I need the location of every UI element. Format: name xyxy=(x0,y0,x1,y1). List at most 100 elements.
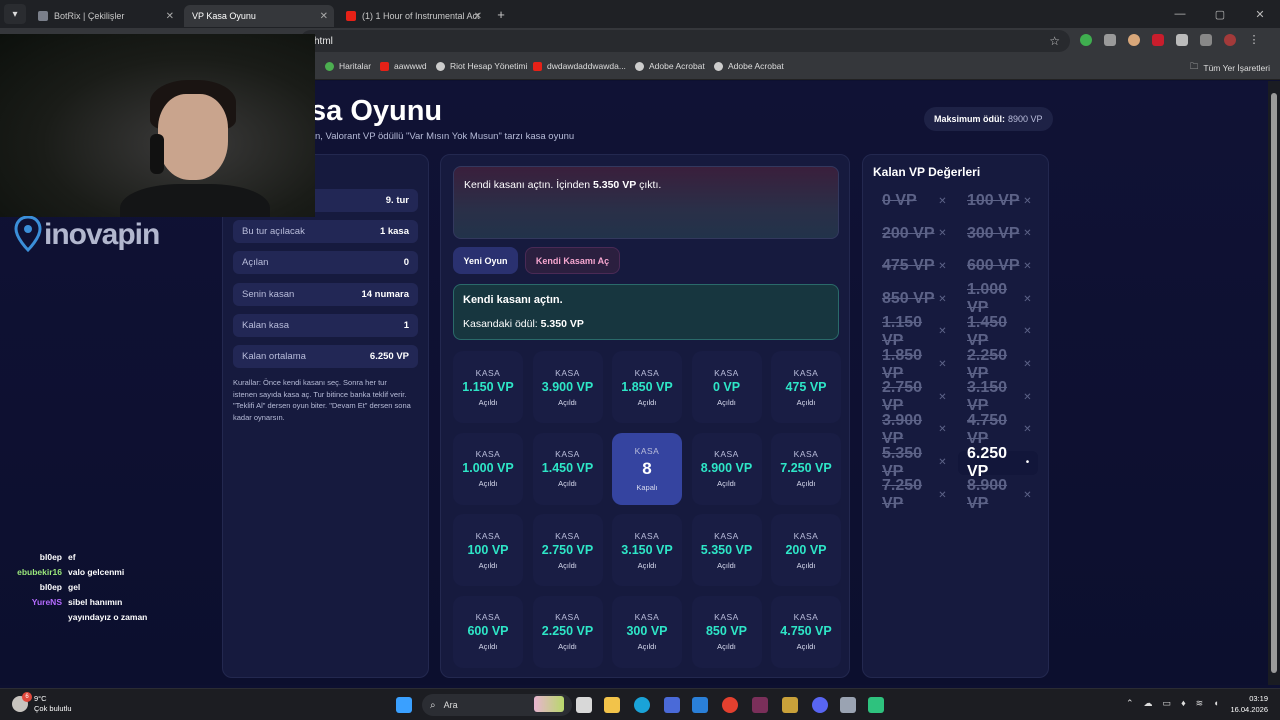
case-card[interactable]: KASA 850 VP Açıldı xyxy=(691,595,762,668)
extension-icon[interactable] xyxy=(1104,34,1116,46)
case-card[interactable]: KASA 0 VP Açıldı xyxy=(691,351,762,423)
case-card[interactable]: KASA 100 VP Açıldı xyxy=(453,514,523,586)
scrollbar-thumb[interactable] xyxy=(1271,93,1277,673)
case-status: Açıldı xyxy=(478,479,498,488)
case-card[interactable]: KASA 1.450 VP Açıldı xyxy=(532,432,603,505)
close-window-icon[interactable]: ✕ xyxy=(1240,8,1280,21)
remaining-value-item: 475 VP ✕ xyxy=(873,254,953,278)
case-card[interactable]: KASA 3.900 VP Açıldı xyxy=(532,351,603,423)
close-icon[interactable]: ✕ xyxy=(474,11,482,22)
case-card[interactable]: KASA 200 VP Açıldı xyxy=(771,514,841,586)
case-card[interactable]: KASA 2.750 VP Açıldı xyxy=(532,514,603,586)
remaining-value-item: 200 VP ✕ xyxy=(873,222,953,246)
remaining-value-item: 2.750 VP ✕ xyxy=(873,379,953,414)
minimize-icon[interactable]: — xyxy=(1160,8,1200,20)
bookmark-star-icon[interactable]: ☆ xyxy=(1049,34,1060,48)
case-label: KASA xyxy=(714,612,739,622)
playlist-icon[interactable] xyxy=(1200,34,1212,46)
page-scrollbar[interactable] xyxy=(1268,81,1280,685)
chevron-up-icon[interactable]: ⌃ xyxy=(1126,698,1134,709)
tab-youtube[interactable]: (1) 1 Hour of Instrumental Acti ✕ xyxy=(338,5,488,27)
open-own-case-button[interactable]: Kendi Kasamı Aç xyxy=(525,247,620,274)
case-card[interactable]: KASA 8 Kapalı xyxy=(612,432,682,505)
remaining-value: 3.150 VP xyxy=(967,379,1008,415)
close-icon[interactable]: ✕ xyxy=(320,11,328,22)
youtube-icon xyxy=(533,61,542,71)
stat-label: Senin kasan xyxy=(242,289,295,300)
own-case-info: Kendi kasanı açtın. Kasandaki ödül: 5.35… xyxy=(453,284,839,340)
remaining-value: 2.250 VP xyxy=(967,346,1008,382)
bookmark-item[interactable]: Adobe Acrobat xyxy=(714,61,784,71)
edge-icon[interactable] xyxy=(634,697,650,713)
chat-message: bl0ep gel xyxy=(0,582,220,597)
remaining-values-panel: Kalan VP Değerleri 0 VP ✕ 100 VP ✕ 200 VP ✕ 30… xyxy=(862,154,1049,678)
app-icon[interactable] xyxy=(868,697,884,713)
case-label: KASA xyxy=(555,449,580,459)
tab-botrix[interactable]: BotRix | Çekilişler ✕ xyxy=(30,5,180,27)
bookmark-item[interactable]: Haritalar xyxy=(325,61,371,71)
bookmark-item[interactable]: aawwwd xyxy=(380,61,427,71)
chrome-icon[interactable] xyxy=(722,697,738,713)
app-icon[interactable] xyxy=(782,697,798,713)
tab-vp-kasa[interactable]: VP Kasa Oyunu ✕ xyxy=(184,5,334,27)
case-status: Açıldı xyxy=(796,560,816,570)
case-card[interactable]: KASA 7.250 VP Açıldı xyxy=(771,432,841,505)
case-card[interactable]: KASA 4.750 VP Açıldı xyxy=(771,595,841,668)
close-icon[interactable]: ✕ xyxy=(166,11,174,22)
network-icon[interactable]: ▭ xyxy=(1163,698,1172,709)
case-card[interactable]: KASA 475 VP Açıldı xyxy=(771,351,841,423)
message-prefix: Kendi kasanı açtın. İçinden xyxy=(464,179,593,191)
tab-search-button[interactable]: ▾ xyxy=(4,4,26,24)
bookmark-item[interactable]: Riot Hesap Yönetimi xyxy=(436,61,527,71)
store-icon[interactable] xyxy=(664,697,680,713)
wifi-icon[interactable]: ≋ xyxy=(1196,698,1204,709)
chat-username: bl0ep xyxy=(39,552,62,562)
cookie-icon[interactable] xyxy=(1128,34,1140,46)
bookmark-item[interactable]: Adobe Acrobat xyxy=(635,61,705,71)
case-card[interactable]: KASA 1.150 VP Açıldı xyxy=(453,351,523,423)
case-card[interactable]: KASA 600 VP Açıldı xyxy=(453,595,523,668)
mic-icon[interactable]: ♦ xyxy=(1181,698,1186,709)
stat-to-open: Bu tur açılacak 1 kasa xyxy=(233,220,418,243)
case-label: KASA xyxy=(793,449,819,459)
tp-icon[interactable] xyxy=(1152,34,1164,46)
windows-start-icon[interactable] xyxy=(396,697,412,713)
puzzle-icon[interactable] xyxy=(1176,34,1188,46)
case-status: Açıldı xyxy=(558,479,577,488)
case-card[interactable]: KASA 1.000 VP Açıldı xyxy=(453,432,523,505)
case-card[interactable]: KASA 300 VP Açıldı xyxy=(612,595,682,668)
new-game-button[interactable]: Yeni Oyun xyxy=(453,247,518,274)
case-label: KASA xyxy=(634,367,660,378)
cross-icon: ✕ xyxy=(938,424,947,436)
case-status: Açıldı xyxy=(558,560,577,570)
mail-icon[interactable] xyxy=(692,697,708,713)
shield-icon[interactable] xyxy=(1080,34,1092,46)
case-card[interactable]: KASA 5.350 VP Açıldı xyxy=(691,514,762,586)
tab-title: BotRix | Çekilişler xyxy=(54,11,125,21)
all-bookmarks-folder[interactable]: 🗀 Tüm Yer İşaretleri xyxy=(1190,61,1270,75)
new-tab-button[interactable]: + xyxy=(492,5,510,23)
weather-widget[interactable]: 6 9°C Çok bulutlu xyxy=(12,692,72,714)
volume-icon[interactable]: ◖ xyxy=(1213,698,1218,709)
file-explorer-icon[interactable] xyxy=(604,697,620,713)
taskbar-clock[interactable]: 03:19 16.04.2026 xyxy=(1230,693,1268,715)
case-card[interactable]: KASA 1.850 VP Açıldı xyxy=(612,351,682,423)
maximize-icon[interactable]: ▢ xyxy=(1200,8,1240,21)
task-view-icon[interactable] xyxy=(576,697,592,713)
flowers-widget-icon[interactable] xyxy=(534,696,564,712)
case-card[interactable]: KASA 2.250 VP Açıldı xyxy=(532,595,603,668)
stat-your-case: Senin kasan 14 numara xyxy=(233,283,418,306)
case-status: Açıldı xyxy=(717,479,736,488)
case-card[interactable]: KASA 3.150 VP Açıldı xyxy=(612,514,682,586)
profile-icon[interactable] xyxy=(1224,34,1236,46)
discord-icon[interactable] xyxy=(812,697,828,713)
case-card[interactable]: KASA 8.900 VP Açıldı xyxy=(691,432,762,505)
menu-icon[interactable]: ⋮ xyxy=(1248,34,1260,46)
cloud-tray-icon[interactable]: ☁ xyxy=(1144,698,1153,709)
bookmark-item[interactable]: dwdawdaddwawda... xyxy=(533,61,626,71)
stats-panel: 9. tur Bu tur açılacak 1 kasa Açılan 0 Sen… xyxy=(222,154,429,678)
case-status: Açıldı xyxy=(478,642,498,651)
address-bar[interactable]: html ☆ xyxy=(300,30,1070,52)
app-icon[interactable] xyxy=(840,697,856,713)
app-icon[interactable] xyxy=(752,697,768,713)
